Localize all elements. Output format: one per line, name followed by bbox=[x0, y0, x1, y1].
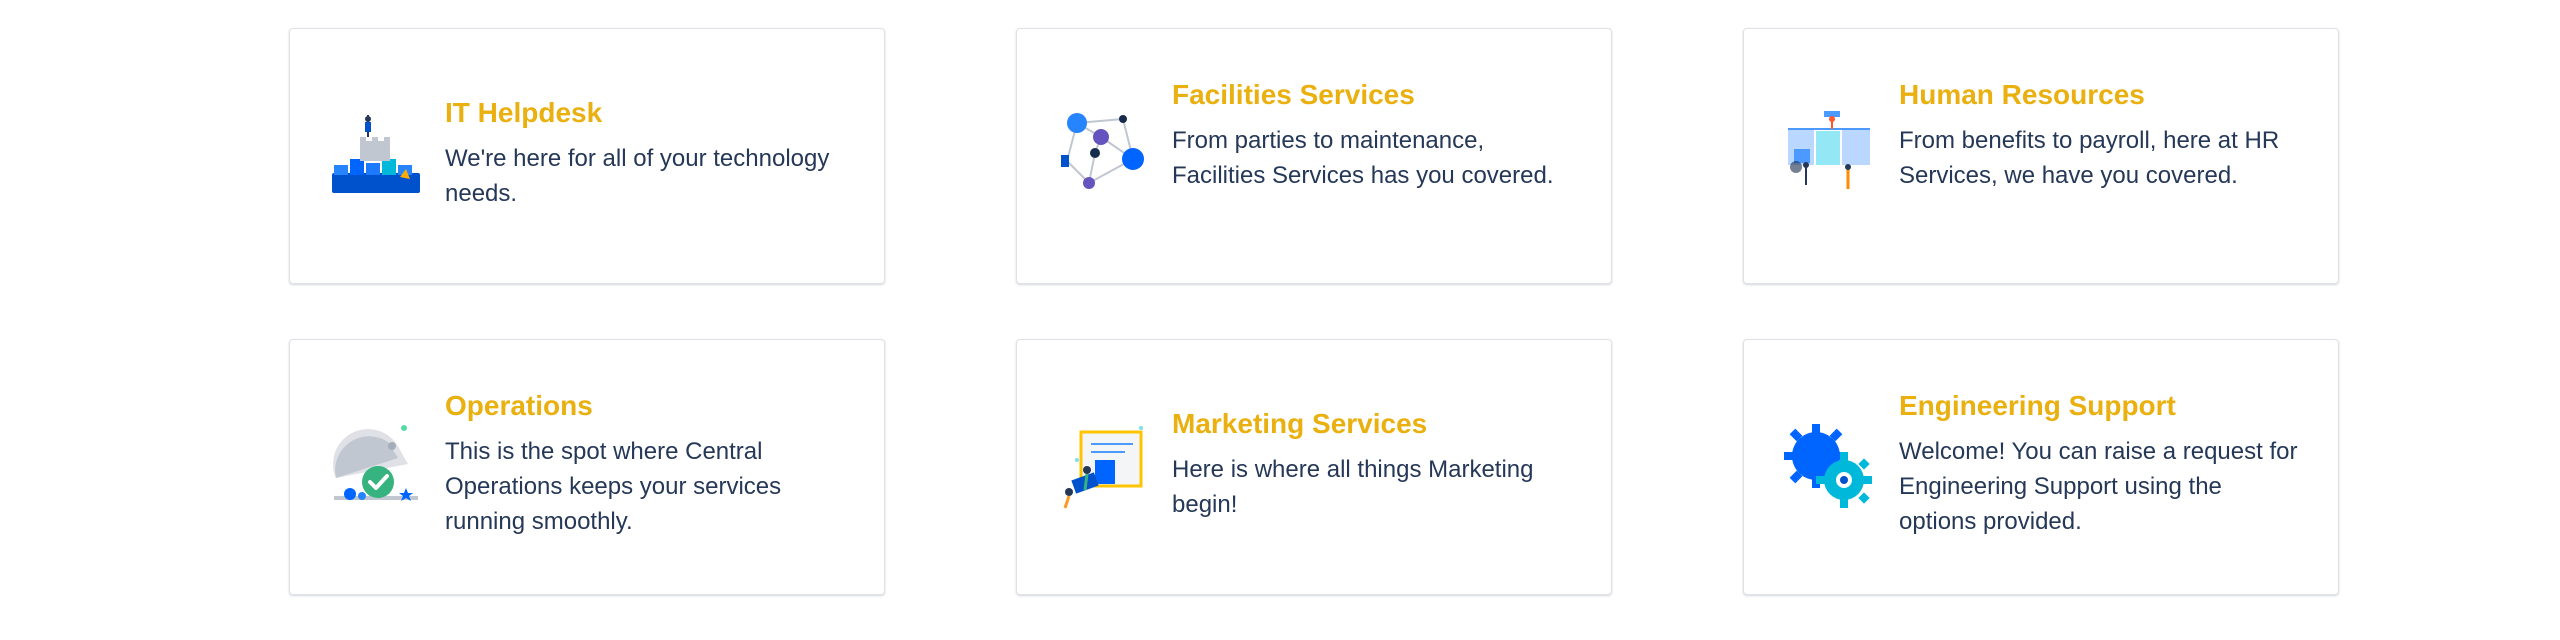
portal-description: Welcome! You can raise a request for Eng… bbox=[1899, 438, 2298, 535]
portal-title[interactable]: Facilities Services bbox=[1172, 77, 1571, 113]
portal-title[interactable]: Engineering Support bbox=[1899, 388, 2298, 424]
portal-card-text: Marketing Services Here is where all thi… bbox=[1172, 406, 1571, 522]
portal-card-it-helpdesk[interactable]: IT Helpdesk We're here for all of your t… bbox=[289, 28, 885, 284]
portal-title[interactable]: Human Resources bbox=[1899, 77, 2298, 113]
portal-card-text: Facilities Services From parties to main… bbox=[1172, 77, 1571, 193]
portal-title[interactable]: Marketing Services bbox=[1172, 406, 1571, 442]
portal-card-text: Engineering Support Welcome! You can rai… bbox=[1899, 388, 2298, 539]
facilities-network-illustration-icon bbox=[1055, 109, 1151, 205]
portal-card-human-resources[interactable]: Human Resources From benefits to payroll… bbox=[1743, 28, 2339, 284]
portal-description: This is the spot where Central Operation… bbox=[445, 438, 782, 535]
portal-title[interactable]: IT Helpdesk bbox=[445, 95, 844, 131]
portal-title[interactable]: Operations bbox=[445, 388, 844, 424]
portal-card-text: Human Resources From benefits to payroll… bbox=[1899, 77, 2298, 193]
portal-description: We're here for all of your technology ne… bbox=[445, 145, 830, 207]
portal-description: From parties to maintenance, Facilities … bbox=[1172, 127, 1554, 189]
human-resources-illustration-icon bbox=[1782, 109, 1878, 205]
portal-card-operations[interactable]: Operations This is the spot where Centra… bbox=[289, 339, 885, 595]
engineering-gears-illustration-icon bbox=[1782, 420, 1878, 516]
portal-card-engineering-support[interactable]: Engineering Support Welcome! You can rai… bbox=[1743, 339, 2339, 595]
portal-description: Here is where all things Marketing begin… bbox=[1172, 456, 1534, 518]
it-helpdesk-illustration-icon bbox=[328, 109, 424, 205]
portal-card-text: IT Helpdesk We're here for all of your t… bbox=[445, 95, 844, 211]
portal-card-marketing-services[interactable]: Marketing Services Here is where all thi… bbox=[1016, 339, 1612, 595]
portal-card-facilities-services[interactable]: Facilities Services From parties to main… bbox=[1016, 28, 1612, 284]
operations-cloche-check-illustration-icon bbox=[328, 420, 424, 516]
portal-card-text: Operations This is the spot where Centra… bbox=[445, 388, 844, 539]
marketing-board-illustration-icon bbox=[1055, 420, 1151, 516]
service-portal-grid: IT Helpdesk We're here for all of your t… bbox=[0, 0, 2560, 640]
portal-description: From benefits to payroll, here at HR Ser… bbox=[1899, 127, 2280, 189]
